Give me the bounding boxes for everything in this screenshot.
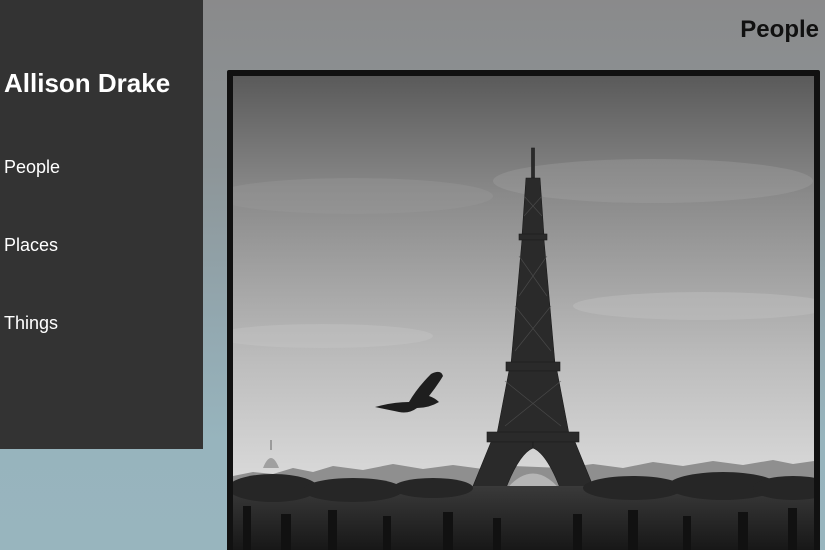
nav-link-people[interactable]: People xyxy=(4,157,60,178)
page-heading: People xyxy=(740,16,819,43)
nav-link-places[interactable]: Places xyxy=(4,235,58,256)
sidebar: Allison Drake People Places Things xyxy=(0,0,203,449)
nav-link-things[interactable]: Things xyxy=(4,313,58,334)
photo-frame xyxy=(227,70,820,550)
eiffel-tower-photo[interactable] xyxy=(233,76,814,550)
site-title[interactable]: Allison Drake xyxy=(4,68,170,99)
